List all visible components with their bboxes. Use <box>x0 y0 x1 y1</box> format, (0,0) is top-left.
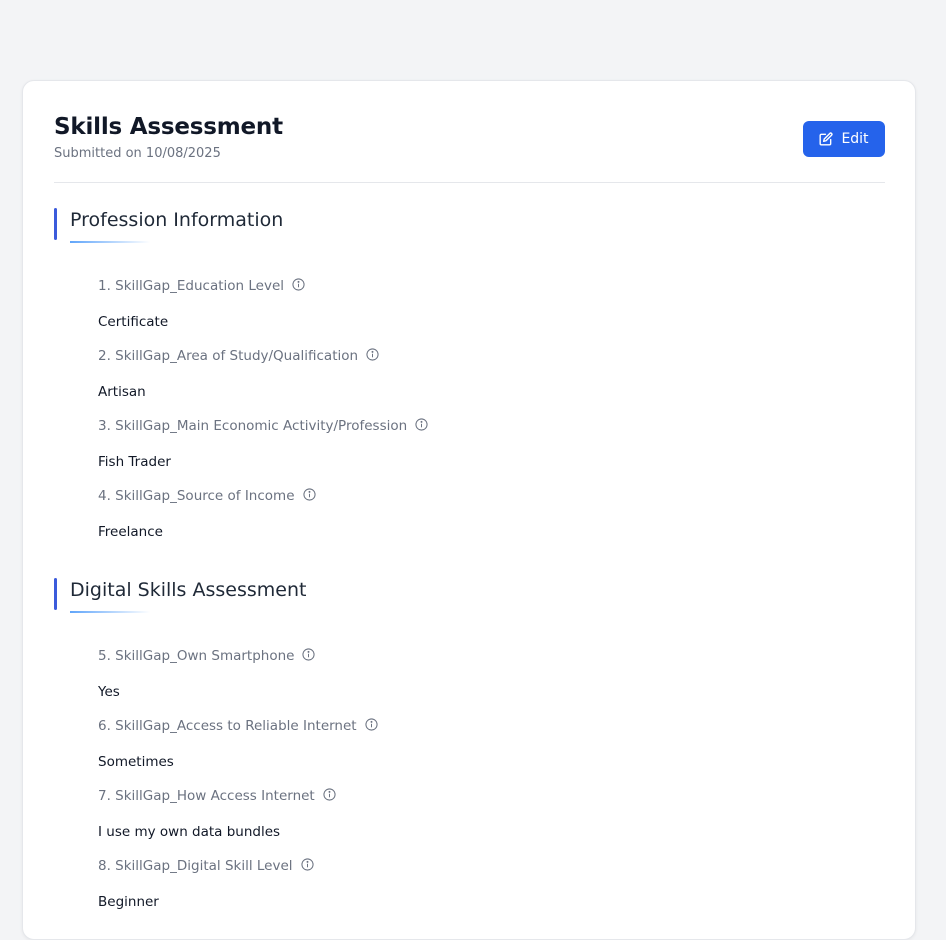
question-label: 2. SkillGap_Area of Study/Qualification <box>98 347 379 364</box>
question-answer: Artisan <box>98 384 146 400</box>
question-text: 4. SkillGap_Source of Income <box>98 488 295 504</box>
info-icon[interactable] <box>302 647 316 661</box>
question-item: 1. SkillGap_Education Level Certificate <box>98 277 878 348</box>
question-item: 2. SkillGap_Area of Study/Qualification … <box>98 347 878 418</box>
question-label: 8. SkillGap_Digital Skill Level <box>98 857 314 874</box>
question-label: 6. SkillGap_Access to Reliable Internet <box>98 717 378 734</box>
section-header: Profession Information <box>54 208 885 248</box>
section-accent-bar <box>54 208 57 240</box>
question-item: 4. SkillGap_Source of Income Freelance <box>98 487 878 558</box>
question-label: 5. SkillGap_Own Smartphone <box>98 647 316 664</box>
section-digital-skills-assessment: Digital Skills Assessment 5. SkillGap_Ow… <box>54 578 885 910</box>
section-title: Profession Information <box>70 209 284 231</box>
question-label: 1. SkillGap_Education Level <box>98 277 305 294</box>
question-label: 4. SkillGap_Source of Income <box>98 487 316 504</box>
question-item: 8. SkillGap_Digital Skill Level Beginner <box>98 857 878 928</box>
question-answer: Yes <box>98 684 120 700</box>
question-text: 2. SkillGap_Area of Study/Qualification <box>98 348 359 364</box>
question-list: 5. SkillGap_Own Smartphone Yes 6. SkillG… <box>98 647 878 928</box>
edit-icon <box>819 132 834 146</box>
section-underline <box>70 241 150 243</box>
info-icon[interactable] <box>365 717 378 731</box>
question-item: 3. SkillGap_Main Economic Activity/Profe… <box>98 417 878 488</box>
info-icon[interactable] <box>415 417 428 431</box>
question-text: 5. SkillGap_Own Smartphone <box>98 648 295 664</box>
card-header: Skills Assessment Submitted on 10/08/202… <box>54 81 885 183</box>
info-icon[interactable] <box>292 277 305 291</box>
question-label: 3. SkillGap_Main Economic Activity/Profe… <box>98 417 428 434</box>
edit-button-label: Edit <box>841 131 869 147</box>
info-icon[interactable] <box>300 857 314 871</box>
question-answer: Fish Trader <box>98 454 171 470</box>
section-profession-information: Profession Information 1. SkillGap_Educa… <box>54 208 885 548</box>
section-title: Digital Skills Assessment <box>70 579 307 601</box>
info-icon[interactable] <box>366 347 379 361</box>
question-text: 1. SkillGap_Education Level <box>98 278 285 294</box>
question-text: 3. SkillGap_Main Economic Activity/Profe… <box>98 418 408 434</box>
submitted-date: Submitted on 10/08/2025 <box>54 146 221 161</box>
question-answer: Certificate <box>98 314 169 330</box>
question-text: 8. SkillGap_Digital Skill Level <box>98 858 293 874</box>
edit-button[interactable]: Edit <box>803 121 885 157</box>
info-icon[interactable] <box>302 487 316 501</box>
question-item: 7. SkillGap_How Access Internet I use my… <box>98 787 878 858</box>
question-item: 5. SkillGap_Own Smartphone Yes <box>98 647 878 718</box>
question-answer: I use my own data bundles <box>98 824 281 840</box>
question-item: 6. SkillGap_Access to Reliable Internet … <box>98 717 878 788</box>
section-underline <box>70 611 150 613</box>
question-text: 6. SkillGap_Access to Reliable Internet <box>98 718 357 734</box>
question-answer: Sometimes <box>98 754 174 770</box>
section-accent-bar <box>54 578 57 610</box>
assessment-card: Skills Assessment Submitted on 10/08/202… <box>22 80 916 940</box>
info-icon[interactable] <box>323 787 336 801</box>
question-label: 7. SkillGap_How Access Internet <box>98 787 336 804</box>
page-title: Skills Assessment <box>54 114 283 140</box>
question-list: 1. SkillGap_Education Level Certificate … <box>98 277 878 558</box>
section-header: Digital Skills Assessment <box>54 578 885 618</box>
question-answer: Freelance <box>98 524 163 540</box>
question-answer: Beginner <box>98 894 159 910</box>
question-text: 7. SkillGap_How Access Internet <box>98 788 315 804</box>
